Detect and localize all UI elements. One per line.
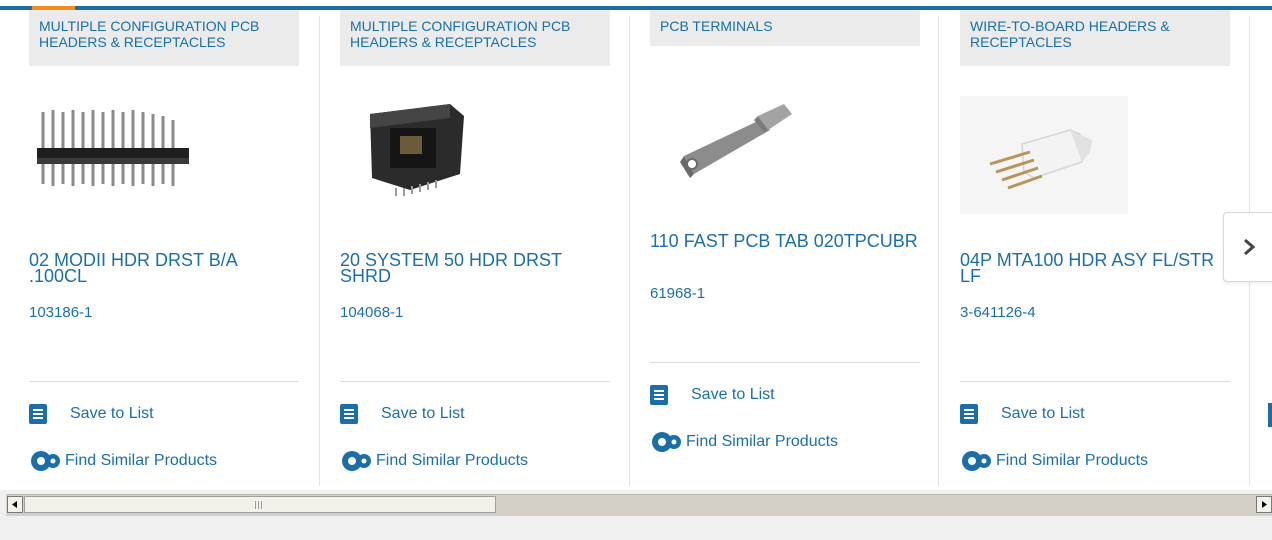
pin-header-image[interactable]	[29, 100, 209, 240]
product-title[interactable]: 02 MODII HDR DRST B/A .100CL	[29, 251, 299, 285]
product-carousel: MULTIPLE CONFIGURATION PCB HEADERS & REC…	[0, 0, 1272, 490]
divider	[29, 381, 299, 382]
save-to-list-button[interactable]: Save to List	[29, 404, 154, 424]
partial-list-icon	[1268, 403, 1272, 427]
product-title[interactable]: 20 SYSTEM 50 HDR DRST SHRD	[340, 251, 610, 285]
save-to-list-button[interactable]: Save to List	[340, 404, 465, 424]
find-similar-label: Find Similar Products	[996, 452, 1149, 469]
card-divider	[319, 16, 320, 486]
part-number[interactable]: 61968-1	[650, 285, 705, 302]
gears-icon	[652, 432, 681, 452]
card-divider	[629, 16, 630, 486]
part-number[interactable]: 103186-1	[29, 304, 92, 321]
product-category[interactable]: WIRE-TO-BOARD HEADERS & RECEPTACLES	[960, 10, 1230, 66]
carousel-top-bar	[0, 0, 1272, 10]
product-title[interactable]: 04P MTA100 HDR ASY FL/STR LF	[960, 251, 1230, 285]
divider	[960, 381, 1230, 382]
product-category[interactable]: PCB TERMINALS	[650, 10, 920, 46]
pcb-tab-image[interactable]	[650, 82, 830, 222]
gears-icon	[342, 451, 371, 471]
list-icon	[29, 404, 47, 424]
divider	[340, 381, 610, 382]
list-icon	[340, 404, 358, 424]
scrollbar-thumb[interactable]	[24, 496, 496, 513]
product-card: WIRE-TO-BOARD HEADERS & RECEPTACLES 04P …	[960, 10, 1250, 488]
find-similar-label: Find Similar Products	[65, 452, 218, 469]
save-to-list-button[interactable]: Save to List	[960, 404, 1085, 424]
find-similar-button[interactable]: Find Similar Products	[650, 429, 838, 455]
product-card: MULTIPLE CONFIGURATION PCB HEADERS & REC…	[340, 10, 630, 488]
part-number[interactable]: 3-641126-4	[960, 304, 1036, 321]
find-similar-label: Find Similar Products	[686, 433, 839, 450]
carousel-next-button[interactable]	[1223, 212, 1272, 282]
save-to-list-label: Save to List	[691, 386, 775, 403]
card-divider	[938, 16, 939, 486]
grip-icon	[255, 501, 264, 509]
part-number[interactable]: 104068-1	[340, 304, 403, 321]
find-similar-button[interactable]: Find Similar Products	[29, 448, 217, 474]
mta-header-image[interactable]	[960, 92, 1140, 232]
product-category[interactable]: MULTIPLE CONFIGURATION PCB HEADERS & REC…	[29, 10, 299, 66]
product-title[interactable]: 110 FAST PCB TAB 020TPCUBR	[650, 232, 920, 250]
gears-icon	[962, 451, 991, 471]
arrow-left-icon	[12, 501, 17, 508]
arrow-right-icon	[1262, 501, 1267, 508]
product-card: PCB TERMINALS 110 FAST PCB TAB 020TPCUBR…	[650, 10, 940, 488]
product-card: MULTIPLE CONFIGURATION PCB HEADERS & REC…	[29, 10, 319, 488]
horizontal-scrollbar[interactable]	[6, 494, 1272, 516]
save-to-list-label: Save to List	[381, 405, 465, 422]
scroll-right-button[interactable]	[1256, 496, 1272, 513]
save-to-list-label: Save to List	[70, 405, 154, 422]
find-similar-label: Find Similar Products	[376, 452, 529, 469]
product-category[interactable]: MULTIPLE CONFIGURATION PCB HEADERS & REC…	[340, 10, 610, 66]
shrouded-header-image[interactable]	[340, 92, 520, 232]
save-to-list-button[interactable]: Save to List	[650, 385, 775, 405]
list-icon	[960, 404, 978, 424]
find-similar-button[interactable]: Find Similar Products	[340, 448, 528, 474]
scroll-left-button[interactable]	[7, 496, 23, 513]
find-similar-button[interactable]: Find Similar Products	[960, 448, 1148, 474]
save-to-list-label: Save to List	[1001, 405, 1085, 422]
divider	[650, 362, 920, 363]
gears-icon	[31, 451, 60, 471]
chevron-right-icon	[1244, 238, 1256, 256]
list-icon	[650, 385, 668, 405]
